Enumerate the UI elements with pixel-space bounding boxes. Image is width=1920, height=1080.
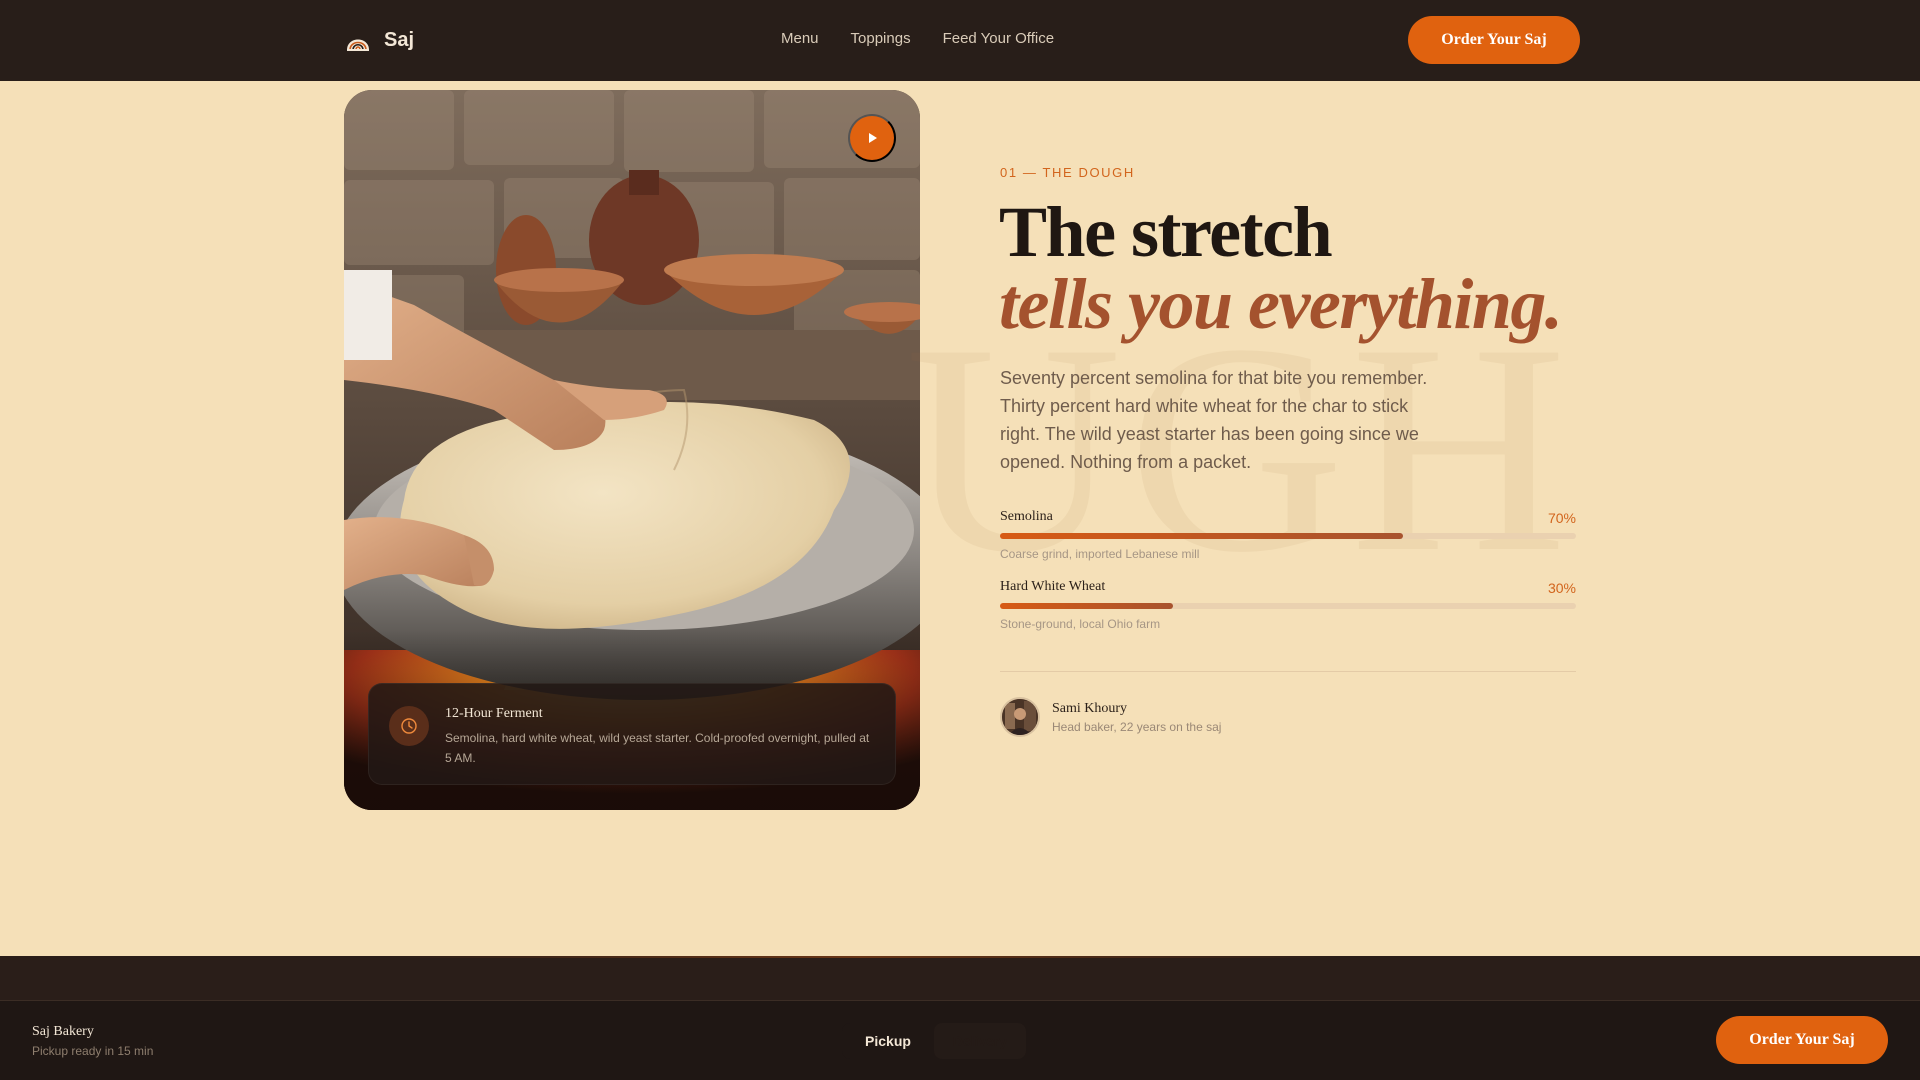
brand-name: Saj (384, 28, 415, 51)
play-video-button[interactable] (848, 114, 896, 162)
section-eyebrow: 01 — THE DOUGH (1000, 165, 1135, 180)
avatar (1000, 697, 1040, 737)
ingredient-bar-fill (1000, 603, 1173, 609)
nav-link-feed-your-office[interactable]: Feed Your Office (943, 30, 1054, 47)
nav-link-toppings[interactable]: Toppings (851, 30, 911, 47)
toggle-delivery[interactable]: Delivery (934, 1023, 1026, 1059)
ingredient-name: Hard White Wheat (1000, 579, 1106, 594)
ingredient-note: Coarse grind, imported Lebanese mill (1000, 547, 1200, 561)
ingredient-bar-fill (1000, 533, 1404, 539)
ferment-icon-badge (389, 706, 429, 746)
headline-line-1: The stretch (999, 192, 1333, 272)
baker-role: Head baker, 22 years on the saj (1052, 720, 1222, 734)
body-copy: Seventy percent semolina for that bite y… (1000, 368, 1428, 472)
toggle-pickup[interactable]: Pickup (842, 1023, 934, 1059)
nav-link-menu[interactable]: Menu (781, 30, 819, 47)
band-glow-line (380, 956, 1340, 958)
store-name: Saj Bakery (32, 1024, 94, 1039)
bread-arch-logo-icon (347, 39, 369, 51)
ingredient-bar-track (1000, 603, 1576, 609)
headline-line-2: tells you everything. (999, 264, 1563, 344)
ingredient-bar-track (1000, 533, 1576, 539)
brand[interactable]: Saj (344, 24, 414, 56)
ingredient-note: Stone-ground, local Ohio farm (1000, 617, 1161, 631)
ferment-info-card: 12-Hour Ferment Semolina, hard white whe… (368, 683, 896, 785)
top-nav: Saj Menu Toppings Feed Your Office Order… (0, 0, 1920, 81)
sticky-order-bar: Saj Bakery Pickup ready in 15 min Pickup… (0, 1000, 1920, 1080)
main-nav: Menu Toppings Feed Your Office (781, 30, 1054, 47)
baker-name: Sami Khoury (1052, 701, 1128, 716)
footer-band (0, 956, 1920, 1000)
baker-portrait (1002, 699, 1038, 735)
ingredient-name: Semolina (1000, 509, 1053, 524)
fulfillment-toggle: Pickup Delivery (842, 1023, 1026, 1059)
pickup-eta: Pickup ready in 15 min (32, 1044, 154, 1058)
clock-icon (401, 718, 417, 734)
ingredient-percent: 70% (1547, 510, 1576, 526)
ingredient-percent: 30% (1547, 580, 1576, 596)
play-icon (869, 133, 877, 143)
ferment-description: Semolina, hard white wheat, wild yeast s… (445, 731, 870, 765)
order-button-header[interactable]: Order Your Saj (1408, 16, 1580, 64)
ferment-title: 12-Hour Ferment (445, 706, 543, 721)
order-button-footer[interactable]: Order Your Saj (1716, 1016, 1888, 1064)
section-divider (1000, 671, 1576, 672)
